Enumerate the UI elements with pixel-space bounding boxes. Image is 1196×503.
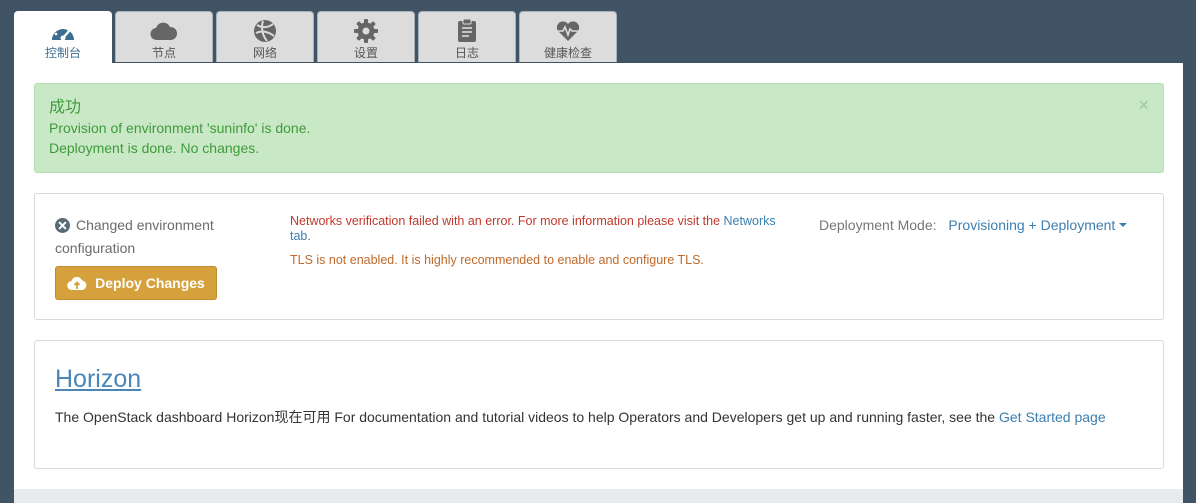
alert-title: 成功 <box>49 97 82 116</box>
deployment-mode-value: Provisioning + Deployment <box>948 217 1116 233</box>
changed-config-label: Changed environment configuration <box>55 217 214 256</box>
heartbeat-icon <box>554 18 582 44</box>
dashboard-icon <box>49 18 77 44</box>
clipboard-icon <box>453 18 481 44</box>
panel-footer <box>14 489 1183 503</box>
network-error-message: Networks verification failed with an err… <box>290 214 790 244</box>
caret-down-icon <box>1119 223 1128 227</box>
tab-label: 设置 <box>353 46 378 60</box>
horizon-box: Horizon The OpenStack dashboard Horizon现… <box>34 340 1164 469</box>
success-alert: 成功 Provision of environment 'suninfo' is… <box>34 83 1164 173</box>
horizon-link[interactable]: Horizon <box>55 363 141 395</box>
deployment-mode-label: Deployment Mode: <box>819 217 937 233</box>
horizon-description: The OpenStack dashboard Horizon现在可用 For … <box>55 407 1135 427</box>
tab-health-check[interactable]: 健康检查 <box>519 11 617 62</box>
times-circle-icon <box>55 218 70 238</box>
deployment-mode: Deployment Mode: Provisioning + Deployme… <box>819 216 1128 234</box>
tls-warning-message: TLS is not enabled. It is highly recomme… <box>290 253 704 267</box>
alert-message: Provision of environment 'suninfo' is do… <box>49 120 311 136</box>
tab-logs[interactable]: 日志 <box>418 11 516 62</box>
deployment-mode-dropdown[interactable]: Provisioning + Deployment <box>948 217 1128 233</box>
network-icon <box>251 18 279 44</box>
tab-label: 网络 <box>252 46 277 60</box>
gear-icon <box>352 18 380 44</box>
alert-message: Deployment is done. No changes. <box>49 140 260 156</box>
error-text: Networks verification failed with an err… <box>290 214 721 228</box>
deploy-changes-box: Changed environment configuration Deploy… <box>34 193 1164 320</box>
tab-label: 日志 <box>454 46 479 60</box>
get-started-link[interactable]: Get Started page <box>999 409 1106 425</box>
deploy-messages: Networks verification failed with an err… <box>290 214 790 268</box>
tab-settings[interactable]: 设置 <box>317 11 415 62</box>
tab-label: 健康检查 <box>543 46 592 60</box>
close-icon[interactable]: × <box>1138 96 1149 114</box>
deploy-changes-button[interactable]: Deploy Changes <box>55 266 217 300</box>
tab-label: 控制台 <box>44 46 81 60</box>
horizon-text: The OpenStack dashboard Horizon现在可用 For … <box>55 409 999 425</box>
error-suffix: . <box>307 229 311 243</box>
dashboard-panel: 成功 Provision of environment 'suninfo' is… <box>14 63 1183 503</box>
tab-dashboard[interactable]: 控制台 <box>14 11 112 64</box>
main-nav-tabs: 控制台 节点 网络 设置 日志 健康检查 <box>14 11 620 64</box>
cloud-icon <box>150 18 178 44</box>
deploy-button-label: Deploy Changes <box>95 275 205 291</box>
tab-networks[interactable]: 网络 <box>216 11 314 62</box>
tab-label: 节点 <box>151 46 176 60</box>
changed-config-notice: Changed environment configuration <box>55 215 255 258</box>
cloud-upload-icon <box>67 276 87 291</box>
tab-nodes[interactable]: 节点 <box>115 11 213 62</box>
